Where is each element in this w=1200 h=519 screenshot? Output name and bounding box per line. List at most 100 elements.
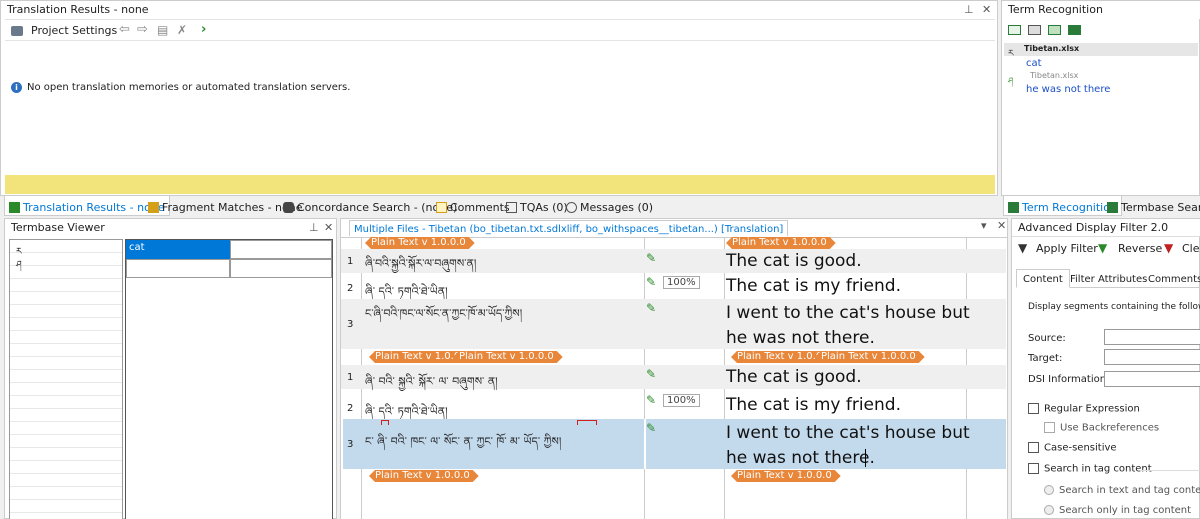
run-icon[interactable]: ›	[201, 22, 206, 37]
backrefs-checkbox-row[interactable]: Use Backreferences	[1044, 422, 1159, 434]
term-entry-1-file: Tibetan.xlsx	[1024, 44, 1080, 53]
term-tool-4-icon[interactable]	[1068, 25, 1081, 35]
radio-text-and-tag[interactable]	[1044, 485, 1054, 495]
tab-termbase-search-label: Termbase Search	[1121, 201, 1200, 214]
tools-icon[interactable]: ✗	[177, 23, 187, 37]
segment-target-line1[interactable]: I went to the cat's house but	[726, 421, 970, 445]
reverse-funnel-icon: ▼	[1098, 241, 1108, 255]
document-icon[interactable]: ▤	[157, 23, 168, 37]
tab-filter-attributes[interactable]: Filter Attributes	[1066, 271, 1151, 286]
tab-termbase-search[interactable]: Termbase Search	[1103, 196, 1200, 216]
case-label: Case-sensitive	[1044, 442, 1117, 454]
target-tag[interactable]: Plain Text v 1.0.0.0	[815, 351, 925, 363]
regex-checkbox-row[interactable]: Regular Expression	[1028, 403, 1140, 415]
yellow-status-bar	[5, 175, 995, 194]
termbase-search-icon	[1107, 202, 1118, 213]
source-tag[interactable]: Plain Text v 1.0.0.0	[365, 237, 475, 249]
tab-filter-comments[interactable]: Comments	[1144, 271, 1200, 286]
close-icon[interactable]: ✕	[982, 3, 991, 16]
term-entry-2-file: Tibetan.xlsx	[1030, 71, 1079, 80]
segment-source[interactable]: ཞི་བའི་སྐྱའི་སྐོར་ལ་བཞུགས་ན།	[365, 251, 476, 282]
segment-source[interactable]: ང་ ཞི་ བའི་ ཁང་ ལ་ སོང་ ན་ ཀྱང་ ཁོ་ མ་ ཡ…	[365, 429, 561, 460]
editor-tab-label: Multiple Files - Tibetan (bo_tibetan.txt…	[354, 224, 784, 235]
radio-tag-only-label: Search only in tag content	[1059, 505, 1192, 516]
index-letter-2[interactable]: ཤ	[16, 255, 22, 280]
segment-target[interactable]: The cat is good.	[726, 249, 862, 273]
grid-cell	[230, 240, 332, 259]
radio-text-and-tag-label: Search in text and tag content	[1059, 485, 1200, 496]
segment-source[interactable]: ང་ཞི་བའི་ཁང་ལ་སོང་ན་ཀྱང་ཁོ་མ་ཡོད་ཀྱིས།	[365, 301, 522, 332]
previous-arrow-icon[interactable]: ⇦	[119, 22, 130, 37]
apply-filter-button[interactable]: Apply Filter	[1036, 242, 1098, 255]
tab-content-label: Content	[1023, 274, 1063, 285]
advanced-filter-panel: Advanced Display Filter 2.0 ▼ Apply Filt…	[1011, 218, 1200, 519]
termbase-close-icon[interactable]: ✕	[324, 221, 333, 234]
source-filter-input[interactable]	[1104, 329, 1200, 345]
advanced-filter-title: Advanced Display Filter 2.0	[1012, 219, 1200, 237]
segment-target-line1[interactable]: I went to the cat's house but	[726, 301, 970, 325]
radio-text-and-tag-row[interactable]: Search in text and tag content	[1044, 485, 1200, 496]
term-tool-2-icon[interactable]	[1028, 25, 1041, 35]
term-recognition-title: Term Recognition	[1002, 1, 1200, 19]
tab-content[interactable]: Content	[1016, 269, 1070, 288]
segment-number: 1	[347, 372, 354, 383]
case-checkbox[interactable]	[1028, 442, 1039, 453]
grid-cell	[126, 259, 230, 278]
case-checkbox-row[interactable]: Case-sensitive	[1028, 442, 1117, 454]
tag-search-checkbox[interactable]	[1028, 463, 1039, 474]
tab-messages[interactable]: Messages (0)	[562, 196, 657, 216]
term-tab-strip: Term Recognition Termbase Search	[1001, 196, 1200, 216]
no-tm-message: No open translation memories or automate…	[27, 82, 351, 93]
project-settings-button[interactable]: Project Settings	[31, 24, 117, 37]
editor-dropdown-icon[interactable]: ▾	[981, 219, 987, 232]
segment-target-line2[interactable]: he was not there.	[726, 446, 875, 470]
source-tag[interactable]: Plain Text v 1.0.0.0	[369, 470, 479, 482]
termbase-viewer-title: Termbase Viewer	[5, 219, 305, 237]
segment-target-line2[interactable]: he was not there.	[726, 326, 875, 350]
term-tool-3-icon[interactable]	[1048, 25, 1061, 35]
segment-target[interactable]: The cat is good.	[726, 365, 862, 389]
source-tag[interactable]: Plain Text v 1.0.0.0	[453, 351, 563, 363]
next-arrow-icon[interactable]: ⇨	[137, 22, 148, 37]
backrefs-checkbox[interactable]	[1044, 422, 1055, 433]
target-tag[interactable]: Plain Text v 1.0.0.0	[726, 237, 836, 249]
segment-source[interactable]: ཞི་ བའི་ སྐྱའི་ སྐོར་ ལ་ བཞུགས་ ན།	[365, 369, 498, 400]
segment-number: 1	[347, 256, 354, 267]
confirmed-pen-icon: ✎	[646, 421, 657, 435]
selected-term-text: cat	[129, 242, 145, 253]
confirmed-pen-icon: ✎	[646, 275, 657, 289]
term-entry-1-term[interactable]: cat	[1026, 58, 1042, 69]
target-tag[interactable]: Plain Text v 1.0.0.0	[731, 470, 841, 482]
match-percent: 100%	[663, 394, 700, 407]
reverse-button[interactable]: Reverse	[1118, 242, 1162, 255]
segment-number: 2	[347, 403, 354, 414]
tag-search-label: Search in tag content	[1044, 463, 1152, 475]
tag-search-checkbox-row[interactable]: Search in tag content	[1028, 463, 1152, 475]
radio-tag-only[interactable]	[1044, 505, 1054, 515]
dsi-filter-input[interactable]	[1104, 371, 1200, 387]
term-tool-1-icon[interactable]	[1008, 25, 1021, 35]
selected-term-cell[interactable]: cat	[126, 240, 230, 259]
pin-icon[interactable]: ⊥	[964, 3, 974, 16]
termbase-pin-icon[interactable]: ⊥	[309, 221, 319, 234]
segment-number: 3	[347, 319, 354, 330]
target-filter-input[interactable]	[1104, 349, 1200, 365]
editor-tab[interactable]: Multiple Files - Tibetan (bo_tibetan.txt…	[349, 220, 789, 236]
termbase-index-list[interactable]: ར ཤ	[9, 239, 123, 519]
editor-close-icon[interactable]: ✕	[997, 219, 1006, 232]
radio-tag-only-row[interactable]: Search only in tag content	[1044, 505, 1191, 516]
clear-button[interactable]: Clea	[1182, 242, 1200, 255]
segment-grid: Plain Text v 1.0.0.0 Plain Text v 1.0.0.…	[341, 237, 1007, 519]
confirmed-pen-icon: ✎	[646, 301, 657, 315]
term-entry-2-term[interactable]: he was not there	[1026, 84, 1110, 95]
source-label: Source:	[1028, 333, 1066, 344]
segment-target[interactable]: The cat is my friend.	[726, 274, 901, 298]
spell-mark	[577, 420, 597, 425]
translation-results-title: Translation Results - none	[1, 1, 961, 19]
confirmed-pen-icon: ✎	[646, 367, 657, 381]
term-recognition-tab-icon	[1008, 201, 1019, 213]
termbase-entry-grid: cat	[125, 239, 333, 519]
regex-checkbox[interactable]	[1028, 403, 1039, 414]
segment-target[interactable]: The cat is my friend.	[726, 393, 901, 417]
term-recognition-panel: Term Recognition ར Tibetan.xlsx cat ཤ Ti…	[1001, 0, 1200, 196]
